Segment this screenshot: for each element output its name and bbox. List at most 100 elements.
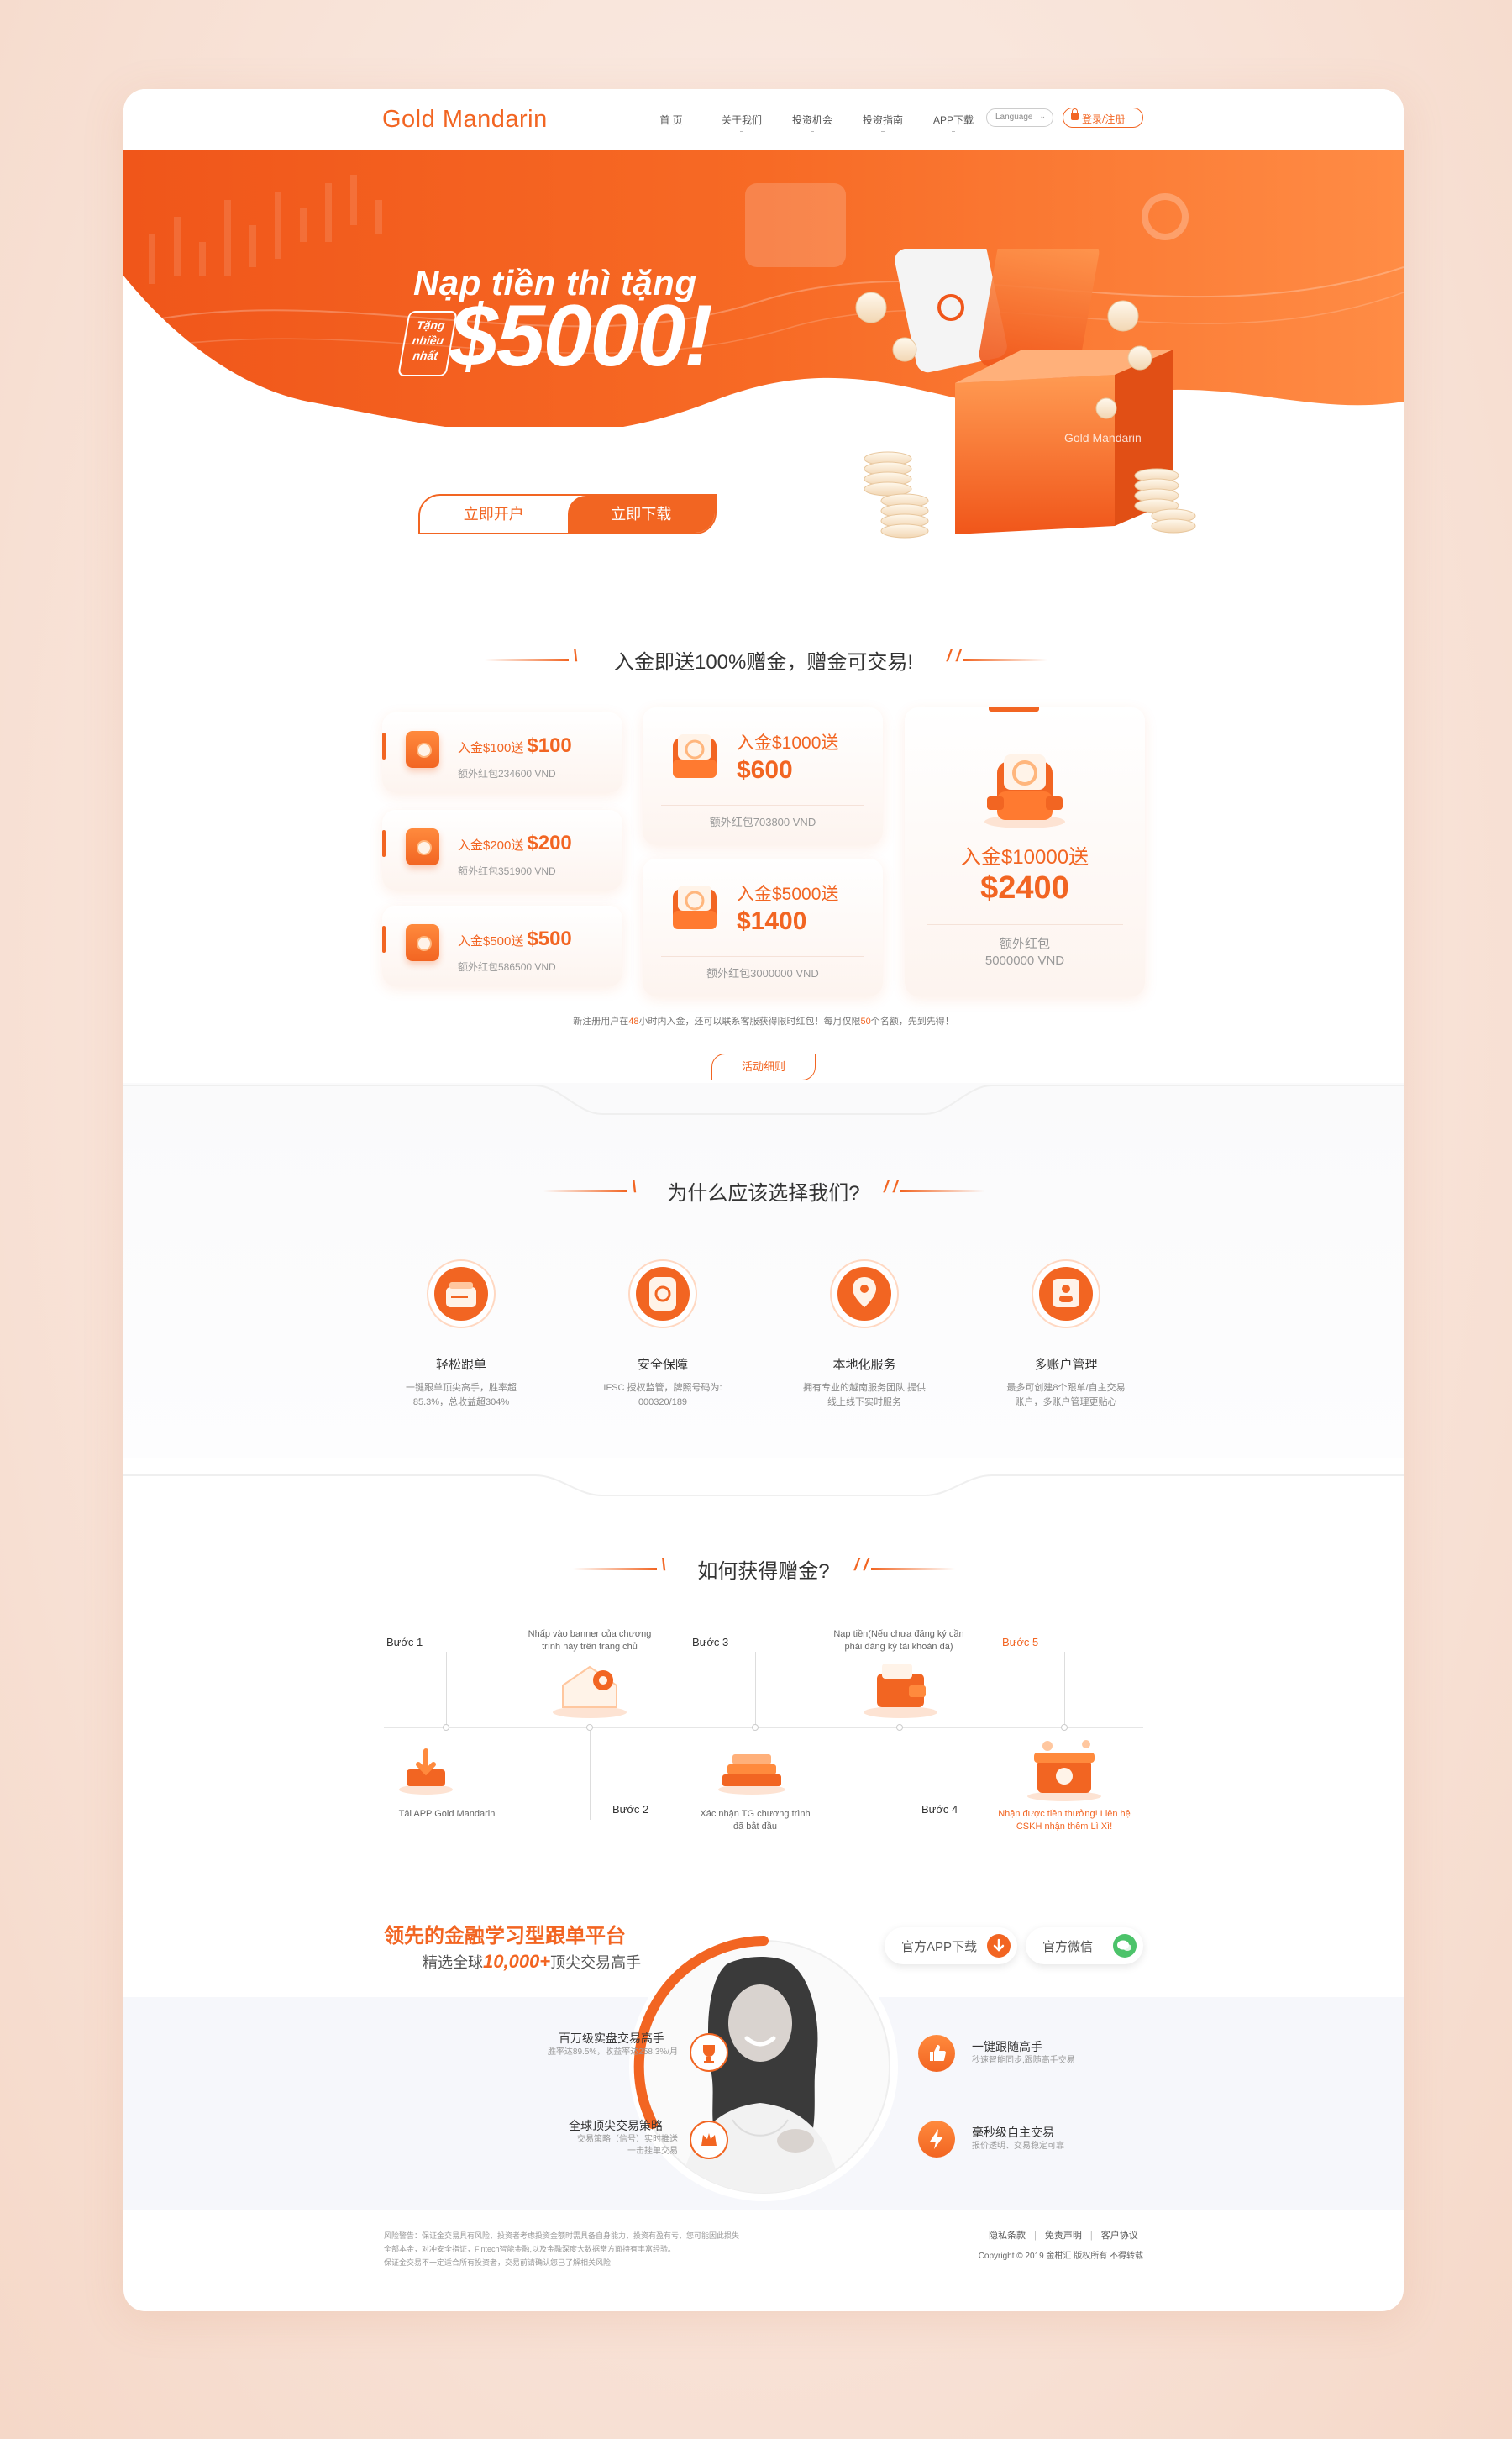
card-accent-bar	[382, 926, 386, 953]
step-1-text: Tải APP Gold Mandarin	[398, 1809, 496, 1819]
main-menu: 首 页 关于我们 投资机会 投资指南 APP下载	[636, 113, 989, 127]
card-accent-bar	[382, 830, 386, 857]
disclaimer-link[interactable]: 免责声明	[1045, 2231, 1082, 2241]
why-section-title: 为什么应该选择我们?	[667, 1182, 860, 1205]
timer-confirm-icon	[718, 1754, 785, 1795]
open-account-button[interactable]: 立即开户	[420, 496, 568, 533]
deposit-wallet-icon	[864, 1664, 937, 1718]
location-pin-icon	[830, 1259, 899, 1328]
feature-title: 多账户管理	[1034, 1358, 1098, 1372]
red-packet-icon	[406, 731, 439, 768]
platform-subtitle: 精选全球10,000+顶尖交易高手	[423, 1951, 642, 1972]
step-connector	[1064, 1652, 1065, 1727]
red-packet-icon	[406, 924, 439, 961]
section-divider-top	[123, 1085, 1404, 1115]
bonus-card-500[interactable]: 入金$500送 $500 额外红包586500 VND	[382, 906, 622, 986]
hero-cta-group: 立即开户 立即下载	[418, 494, 717, 534]
title-decoration-right	[871, 1568, 955, 1570]
feature-strategy-title: 全球顶尖交易策略	[569, 2119, 663, 2132]
lightning-icon	[918, 2121, 955, 2158]
step-1-label: Bước 1	[386, 1636, 423, 1648]
download-icon	[987, 1934, 1011, 1958]
hero-banner[interactable]: Nạp tiền thì tặng Tặng nhiều nhất $5000!	[123, 150, 1404, 427]
shield-icon	[628, 1259, 697, 1328]
bonus-extra: 额外红包3000000 VND	[706, 967, 819, 980]
gift-box-label: Gold Mandarin	[1064, 431, 1142, 444]
bonus-card-5000[interactable]: 入金$5000送 $1400 额外红包3000000 VND	[643, 859, 883, 996]
trophy-icon	[690, 2033, 728, 2072]
feature-easy-copy: 轻松跟单 一键跟单顶尖高手，胜率超 85.3%，总收益超304%	[377, 1259, 545, 1409]
bonus-extra: 额外红包351900 VND	[458, 865, 556, 877]
trader-portrait	[629, 1932, 898, 2201]
wechat-icon	[1113, 1934, 1137, 1958]
menu-app-download[interactable]: APP下载	[918, 113, 989, 127]
bonus-amount: $600	[737, 756, 793, 784]
step-5-label: Bước 5	[1002, 1636, 1039, 1648]
step-4-text: Nạp tiền(Nếu chưa đăng ký cần phải đăng k…	[833, 1629, 964, 1652]
agreement-link[interactable]: 客户协议	[1101, 2231, 1138, 2241]
bonus-card-1000[interactable]: 入金$1000送 $600 额外红包703800 VND	[643, 707, 883, 845]
feature-strategy-desc: 交易策略（信号）实时推送 一击挂单交易	[577, 2135, 678, 2156]
feature-expert-traders-title: 百万级实盘交易高手	[559, 2032, 664, 2045]
menu-guide[interactable]: 投资指南	[848, 113, 918, 127]
menu-about[interactable]: 关于我们	[706, 113, 777, 127]
feature-title: 轻松跟单	[435, 1358, 486, 1372]
timeline-dot	[443, 1724, 449, 1731]
bonus-offer: 入金$10000送	[960, 846, 1089, 869]
timeline-dot	[896, 1724, 903, 1731]
steps-section-title: 如何获得赠金?	[697, 1560, 830, 1583]
bonus-extra: 额外红包703800 VND	[709, 816, 816, 828]
feature-multi-account: 多账户管理 最多可创建8个跟单/自主交易 账户，多账户管理更贴心	[982, 1259, 1150, 1409]
rules-button[interactable]: 活动细则	[711, 1054, 816, 1080]
download-button[interactable]: 立即下载	[567, 496, 715, 533]
feature-fast-trading-desc: 报价透明、交易稳定可靠	[972, 2142, 1064, 2151]
step-5-text: Nhận được tiền thưởng! Liên hệ CSKH nhận …	[998, 1809, 1131, 1832]
thumbs-up-icon	[918, 2035, 955, 2072]
reward-gift-icon	[1027, 1740, 1101, 1801]
bonus-offer: 入金$100送 $100	[458, 734, 572, 757]
menu-opportunity[interactable]: 投资机会	[777, 113, 848, 127]
official-app-button[interactable]: 官方APP下载	[885, 1927, 1017, 1964]
official-wechat-button[interactable]: 官方微信	[1026, 1927, 1143, 1964]
step-connector	[590, 1727, 591, 1820]
bonus-card-100[interactable]: 入金$100送 $100 额外红包234600 VND	[382, 712, 622, 793]
bonus-card-10000[interactable]: 入金$10000送 $2400 额外红包 5000000 VND	[905, 707, 1145, 996]
language-label: Language	[995, 113, 1033, 122]
menu-home[interactable]: 首 页	[636, 113, 706, 127]
bonus-note: 新注册用户在48小时内入金，还可以联系客服获得限时红包！每月仅限50个名额，先到…	[573, 1017, 954, 1027]
bonus-amount: $1400	[737, 907, 807, 935]
bonus-offer: 入金$1000送	[737, 733, 839, 753]
language-select[interactable]: Language ⌄	[986, 108, 1053, 127]
footer-links: 隐私条款 | 免责声明 | 客户协议	[989, 2231, 1138, 2241]
card-divider	[927, 924, 1123, 925]
feature-title: 本地化服务	[832, 1358, 896, 1372]
title-decoration-right	[900, 1190, 984, 1192]
bonus-card-200[interactable]: 入金$200送 $200 额外红包351900 VND	[382, 810, 622, 891]
login-label: 登录/注册	[1082, 113, 1126, 125]
feature-description: 一键跟单顶尖高手，胜率超 85.3%，总收益超304%	[406, 1383, 517, 1407]
step-2-text: Nhấp vào banner của chương trình này trên…	[528, 1629, 652, 1652]
feature-copy-expert-desc: 秒速智能同步,跟随高手交易	[972, 2056, 1075, 2065]
title-slash-right: / /	[854, 1556, 869, 1574]
bonus-amount: $2400	[980, 870, 1069, 906]
title-slash-right: / /	[884, 1178, 898, 1196]
user-accounts-icon	[1032, 1259, 1100, 1328]
feature-description: 最多可创建8个跟单/自主交易 账户，多账户管理更贴心	[1006, 1383, 1126, 1407]
privacy-link[interactable]: 隐私条款	[989, 2231, 1026, 2241]
step-2-label: Bước 2	[612, 1803, 649, 1816]
login-button[interactable]: 登录/注册	[1063, 108, 1143, 128]
banner-click-icon	[553, 1665, 627, 1718]
red-packet-icon	[406, 828, 439, 865]
card-accent-bar	[382, 733, 386, 760]
feature-local-service: 本地化服务 拥有专业的越南服务团队,提供 线上线下实时服务	[780, 1259, 948, 1409]
feature-fast-trading-title: 毫秒级自主交易	[972, 2126, 1054, 2139]
platform-title: 领先的金融学习型跟单平台	[384, 1925, 626, 1948]
timeline-dot	[586, 1724, 593, 1731]
copyright: Copyright © 2019 金柑汇 版权所有 不得转载	[978, 2252, 1143, 2261]
logo[interactable]: Gold Mandarin	[382, 106, 548, 134]
page-card: Gold Mandarin 首 页 关于我们 投资机会 投资指南 APP下载 L…	[123, 89, 1404, 2311]
section-divider-bottom	[123, 1474, 1404, 1496]
top-nav: Gold Mandarin 首 页 关于我们 投资机会 投资指南 APP下载 L…	[123, 89, 1404, 150]
title-decoration-right	[963, 659, 1047, 661]
feature-copy-expert-title: 一键跟随高手	[972, 2040, 1042, 2053]
